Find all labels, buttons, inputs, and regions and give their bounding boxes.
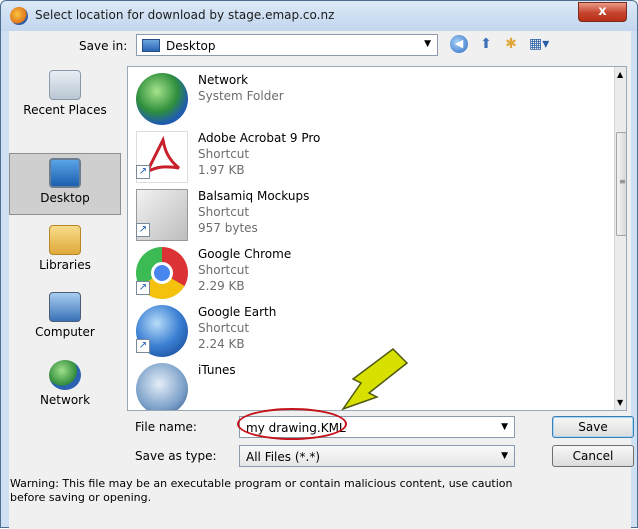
file-type: Shortcut [198,263,250,277]
save-in-dropdown[interactable]: Desktop ▼ [136,34,438,56]
place-label: Computer [35,325,95,339]
recent-places-icon [49,70,81,100]
shortcut-arrow-icon: ↗ [136,339,150,353]
firefox-icon [10,7,28,25]
views-menu-icon[interactable]: ▦▾ [529,35,549,53]
save-in-label: Save in: [79,39,128,53]
list-item-acrobat[interactable]: ↗ Adobe Acrobat 9 Pro Shortcut 1.97 KB [136,127,536,185]
place-label: Recent Places [23,103,107,117]
save-in-value: Desktop [166,39,216,53]
computer-icon [49,292,81,322]
file-name: Google Chrome [198,247,292,261]
file-type: Shortcut [198,205,250,219]
annotation-arrow-icon [341,348,409,411]
dialog-body: Save in: Desktop ▼ ◀ ⬆ ✱ ▦▾ Recent Place… [9,31,634,529]
chevron-down-icon: ▼ [424,39,431,49]
place-label: Libraries [39,258,91,272]
file-type: Shortcut [198,147,250,161]
shortcut-arrow-icon: ↗ [136,165,150,179]
list-item-network[interactable]: Network System Folder [136,69,536,127]
place-desktop[interactable]: Desktop [9,153,121,215]
back-icon[interactable]: ◀ [450,35,468,53]
shortcut-arrow-icon: ↗ [136,223,150,237]
place-network[interactable]: Network [9,356,121,416]
places-bar: Recent Places Desktop Libraries Computer… [9,66,121,411]
file-name: Balsamiq Mockups [198,189,310,203]
vertical-scrollbar[interactable]: ▲ ≡ ▼ [614,67,626,410]
place-label: Network [39,393,91,407]
file-size: 957 bytes [198,221,258,235]
download-dialog: Select location for download by stage.em… [0,0,638,529]
annotation-circle [237,408,347,440]
scroll-down-icon[interactable]: ▼ [617,398,623,407]
list-item-balsamiq[interactable]: ↗ Balsamiq Mockups Shortcut 957 bytes [136,185,536,243]
save-as-type-value: All Files (*.*) [246,450,321,464]
scroll-up-icon[interactable]: ▲ [617,70,623,79]
scrollbar-thumb[interactable]: ≡ [616,132,626,236]
place-libraries[interactable]: Libraries [9,221,121,281]
place-recent-places[interactable]: Recent Places [9,66,121,126]
file-size: 2.29 KB [198,279,245,293]
file-type: System Folder [198,89,284,103]
chevron-down-icon[interactable]: ▼ [501,422,508,432]
libraries-icon [49,225,81,255]
list-item-chrome[interactable]: ↗ Google Chrome Shortcut 2.29 KB [136,243,536,301]
close-button[interactable]: x [578,2,627,22]
network-icon [49,360,81,390]
file-name: Adobe Acrobat 9 Pro [198,131,321,145]
security-warning: Warning: This file may be an executable … [10,477,513,504]
save-as-type-label: Save as type: [135,449,217,463]
title-bar: Select location for download by stage.em… [1,1,637,31]
network-globe-icon [136,73,188,125]
itunes-icon [136,363,188,410]
shortcut-arrow-icon: ↗ [136,281,150,295]
file-name-label: File name: [135,420,197,434]
file-type: Shortcut [198,321,250,335]
file-name: Network [198,73,249,87]
save-as-type-select[interactable]: All Files (*.*) ▼ [239,445,515,467]
place-label: Desktop [40,191,90,205]
file-name: iTunes [198,363,236,377]
cancel-button[interactable]: Cancel [552,445,634,467]
save-button[interactable]: Save [552,416,634,438]
desktop-icon [49,158,81,188]
file-size: 1.97 KB [198,163,245,177]
place-computer[interactable]: Computer [9,288,121,348]
up-folder-icon[interactable]: ⬆ [477,35,495,53]
dialog-title: Select location for download by stage.em… [35,8,335,22]
new-folder-icon[interactable]: ✱ [502,35,520,53]
desktop-folder-icon [142,39,160,52]
chevron-down-icon: ▼ [501,451,508,461]
file-size: 2.24 KB [198,337,245,351]
grip-icon: ≡ [619,177,626,186]
file-name: Google Earth [198,305,277,319]
